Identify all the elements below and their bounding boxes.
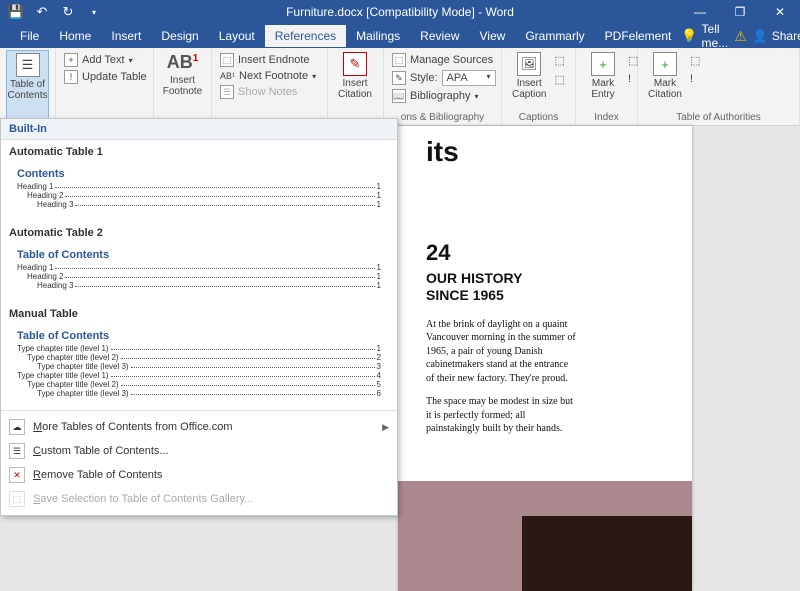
endnote-icon: ⬚ [220,53,234,67]
next-footnote-button[interactable]: AB¹Next Footnote▾ [218,69,318,83]
mark-citation-icon: + [653,52,677,76]
auto-table-1-title: Automatic Table 1 [1,140,397,162]
insert-citation-button[interactable]: ✎ Insert Citation [334,50,376,125]
mark-citation-button[interactable]: + Mark Citation [644,50,686,110]
minimize-button[interactable]: — [680,0,720,24]
authorities-group-label: Table of Authorities [644,110,793,125]
save-selection-menuitem: ⬚ Save Selection to Table of Contents Ga… [1,487,397,511]
tab-pdfelement[interactable]: PDFelement [595,25,682,47]
doc-paragraph-2: The space may be modest in size but it i… [426,395,576,436]
caption-extra-icon-2[interactable]: ⬚ [554,73,564,86]
tell-me-label: Tell me... [702,22,729,50]
index-extra-icon-2[interactable]: ! [628,73,638,85]
manual-table-preview[interactable]: Table of Contents Type chapter title (le… [9,324,389,404]
manage-sources-button[interactable]: ⬚Manage Sources [390,52,498,68]
toc-label: Table of Contents [7,79,47,101]
submenu-arrow-icon: ▶ [382,422,389,433]
doc-page-number: 24 [426,240,672,266]
gallery-header-builtin: Built-In [1,119,397,140]
tab-view[interactable]: View [470,25,516,47]
style-icon: ✎ [392,71,406,85]
doc-subtitle: OUR HISTORY SINCE 1965 [426,270,672,304]
toc-gallery-dropdown: Built-In Automatic Table 1 Contents Head… [0,118,398,516]
window-controls: — ❐ ✕ [680,0,800,24]
bibliography-button[interactable]: 📖Bibliography▾ [390,88,498,104]
tab-grammarly[interactable]: Grammarly [515,25,594,47]
share-button[interactable]: 👤 Share [753,29,800,43]
authorities-extra-icon-1[interactable]: ⬚ [690,54,700,67]
tab-references[interactable]: References [265,25,346,47]
auto-table-2-title: Automatic Table 2 [1,221,397,243]
insert-caption-button[interactable]: 🖼 Insert Caption [508,50,550,110]
doc-paragraph-1: At the brink of daylight on a quaint Van… [426,318,576,386]
tab-home[interactable]: Home [49,25,101,47]
update-table-button[interactable]: !Update Table [62,69,149,85]
tell-me-search[interactable]: 💡 Tell me... [681,22,728,50]
caption-extra-icon-1[interactable]: ⬚ [554,54,564,67]
add-text-icon: + [64,53,78,67]
add-text-button[interactable]: +Add Text▾ [62,52,149,68]
tab-review[interactable]: Review [410,25,469,47]
tab-design[interactable]: Design [151,25,208,47]
manage-sources-icon: ⬚ [392,53,406,67]
tab-mailings[interactable]: Mailings [346,25,410,47]
close-button[interactable]: ✕ [760,0,800,24]
manual-table-title: Manual Table [1,302,397,324]
show-notes-icon: ☰ [220,85,234,99]
caption-icon: 🖼 [517,52,541,76]
mark-entry-button[interactable]: + Mark Entry [582,50,624,110]
show-notes-button[interactable]: ☰Show Notes [218,84,318,100]
doc-image-block [398,481,692,591]
authorities-extra-icon-2[interactable]: ! [690,73,700,85]
toc-icon: ☰ [16,53,40,77]
redo-icon[interactable]: ↻ [60,4,76,20]
auto-table-1-preview[interactable]: Contents Heading 11 Heading 21 Heading 3… [9,162,389,215]
remove-toc-icon: ✕ [9,467,25,483]
remove-toc-menuitem[interactable]: ✕ Remove Table of Contents [1,463,397,487]
title-bar: 💾 ↶ ↻ ▾ Furniture.docx [Compatibility Mo… [0,0,800,24]
table-of-contents-button[interactable]: ☰ Table of Contents [6,50,49,125]
share-label: Share [772,29,800,43]
citation-style-select[interactable]: ✎Style: APA▾ [390,69,498,87]
save-icon[interactable]: 💾 [8,4,24,20]
save-selection-icon: ⬚ [9,491,25,507]
ribbon-tabs: File Home Insert Design Layout Reference… [0,24,800,48]
office-icon: ☁ [9,419,25,435]
tab-layout[interactable]: Layout [209,25,265,47]
mark-entry-icon: + [591,52,615,76]
bibliography-icon: 📖 [392,89,406,103]
window-title: Furniture.docx [Compatibility Mode] - Wo… [286,5,514,19]
footnote-icon: AB1 [167,52,199,73]
tab-insert[interactable]: Insert [101,25,151,47]
lightbulb-icon: 💡 [681,28,697,44]
index-extra-icon-1[interactable]: ⬚ [628,54,638,67]
qat-dropdown-icon[interactable]: ▾ [86,4,102,20]
quick-access-toolbar: 💾 ↶ ↻ ▾ [0,4,102,20]
insert-endnote-button[interactable]: ⬚Insert Endnote [218,52,318,68]
tab-file[interactable]: File [10,25,49,47]
doc-heading-partial: its [426,136,672,168]
insert-footnote-button[interactable]: AB1 Insert Footnote [160,50,205,125]
restore-button[interactable]: ❐ [720,0,760,24]
auto-table-2-preview[interactable]: Table of Contents Heading 11 Heading 21 … [9,243,389,296]
undo-icon[interactable]: ↶ [34,4,50,20]
workspace-background [692,126,800,591]
custom-toc-icon: ☰ [9,443,25,459]
share-icon: 👤 [753,29,768,43]
more-toc-menuitem[interactable]: ☁ More Tables of Contents from Office.co… [1,415,397,439]
update-table-icon: ! [64,70,78,84]
index-group-label: Index [582,110,631,125]
document-page[interactable]: its 24 OUR HISTORY SINCE 1965 At the bri… [398,126,692,591]
captions-group-label: Captions [508,110,569,125]
citation-icon: ✎ [343,52,367,76]
ribbon: ☰ Table of Contents +Add Text▾ !Update T… [0,48,800,126]
doc-inner-image [522,516,692,591]
warning-icon[interactable]: ⚠ [734,28,747,45]
next-footnote-icon: AB¹ [220,71,235,81]
citations-group-label: ons & Bibliography [390,110,495,125]
custom-toc-menuitem[interactable]: ☰ Custom Table of Contents... [1,439,397,463]
